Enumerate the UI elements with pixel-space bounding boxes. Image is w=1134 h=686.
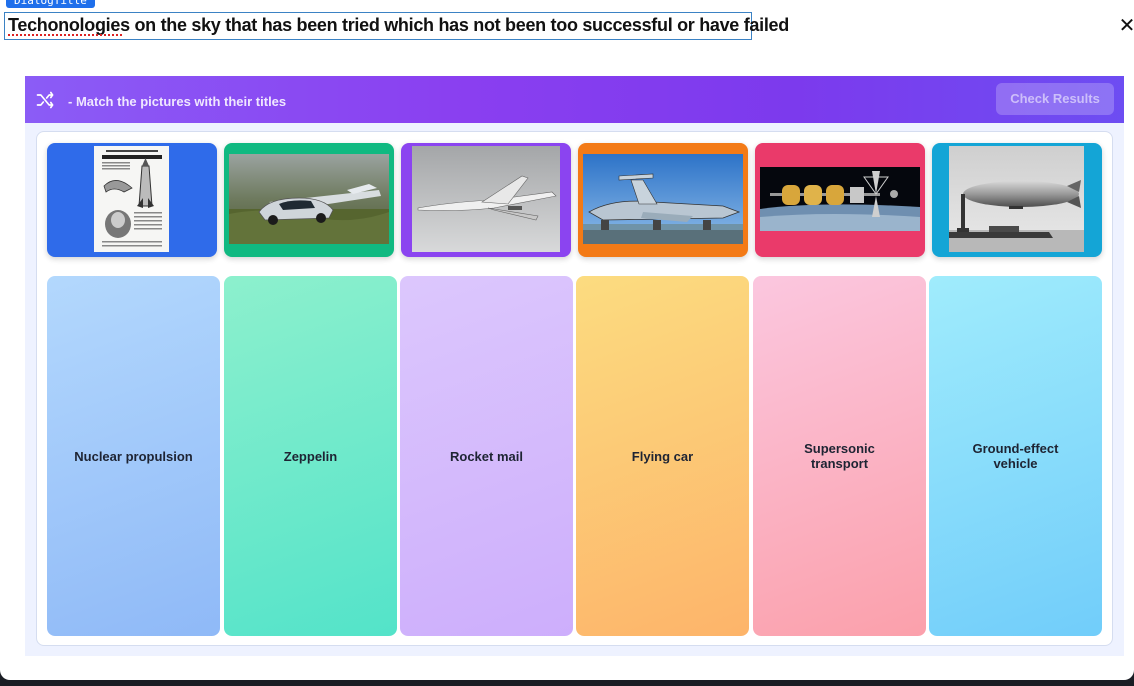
spellcheck-underline	[8, 34, 124, 36]
picture-card[interactable]	[224, 143, 394, 257]
picture-card[interactable]	[755, 143, 925, 257]
title-slot-nuclear-propulsion[interactable]: Nuclear propulsion	[47, 276, 220, 636]
matching-activity: - Match the pictures with their titles C…	[25, 76, 1124, 656]
title-slot-rocket-mail[interactable]: Rocket mail	[400, 276, 573, 636]
title-label: Zeppelin	[283, 448, 338, 464]
activity-instructions: - Match the pictures with their titles	[68, 94, 287, 109]
activity-toolbar: - Match the pictures with their titles C…	[25, 76, 1124, 123]
title-label: Rocket mail	[450, 448, 523, 464]
title-label: Supersonic transport	[804, 441, 875, 471]
picture-flying-car	[229, 154, 389, 244]
title-slot-zeppelin[interactable]: Zeppelin	[224, 276, 397, 636]
title-slot-supersonic-transport[interactable]: Supersonic transport	[753, 276, 926, 636]
picture-card[interactable]	[401, 143, 571, 257]
title-label: Ground-effect vehicle	[972, 441, 1059, 471]
title-label: Flying car	[631, 448, 694, 464]
title-slot-ground-effect-vehicle[interactable]: Ground-effect vehicle	[929, 276, 1102, 636]
dialog: DialogTitle Techonologies on the sky tha…	[0, 0, 1134, 680]
dialog-title[interactable]: Techonologies on the sky that has been t…	[8, 15, 789, 36]
matching-board: Nuclear propulsion Zeppelin Rocket mail …	[36, 131, 1113, 646]
check-results-button[interactable]: Check Results	[996, 83, 1114, 115]
title-label: Nuclear propulsion	[74, 448, 193, 464]
picture-supersonic-jet	[412, 146, 560, 252]
picture-ground-effect-vehicle	[583, 154, 743, 244]
picture-card[interactable]	[578, 143, 748, 257]
picture-zeppelin	[949, 146, 1084, 252]
picture-rocket-mail-newspaper	[94, 146, 169, 252]
title-slot-flying-car[interactable]: Flying car	[576, 276, 749, 636]
dialog-title-tag: DialogTitle	[6, 0, 95, 8]
picture-card[interactable]	[47, 143, 217, 257]
picture-card[interactable]	[932, 143, 1102, 257]
close-icon[interactable]: ✕	[1118, 14, 1134, 38]
shuffle-icon[interactable]	[35, 90, 55, 110]
picture-nuclear-spacecraft	[760, 167, 920, 231]
